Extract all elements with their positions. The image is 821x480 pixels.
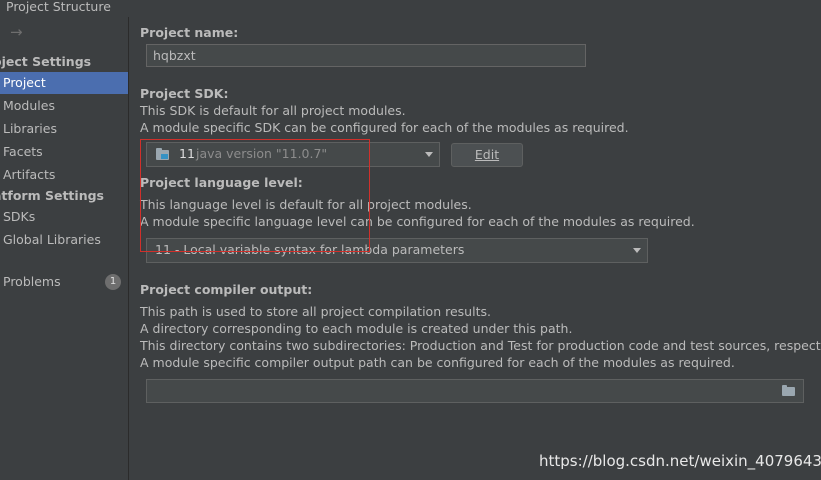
- sdk-version: 11: [179, 146, 195, 161]
- sidebar-item-label: SDKs: [3, 209, 36, 224]
- language-level-value: 11 - Local variable syntax for lambda pa…: [155, 242, 465, 257]
- sidebar-item-libraries[interactable]: Libraries: [0, 118, 128, 140]
- sidebar-item-project[interactable]: Project: [0, 72, 128, 94]
- sidebar-item-label: Libraries: [3, 121, 57, 136]
- sidebar-item-label: Global Libraries: [3, 232, 101, 247]
- sidebar-item-label: Facets: [3, 144, 43, 159]
- sidebar-item-facets[interactable]: Facets: [0, 141, 128, 163]
- sidebar-item-label: Modules: [3, 98, 55, 113]
- compiler-output-path-input[interactable]: [146, 379, 804, 403]
- sdk-version-detail: java version "11.0.7": [196, 146, 328, 161]
- project-sdk-label: Project SDK:: [140, 86, 229, 101]
- sidebar-item-sdks[interactable]: SDKs: [0, 206, 128, 228]
- project-settings-header: oject Settings: [0, 54, 92, 69]
- sidebar-item-global-libraries[interactable]: Global Libraries: [0, 229, 128, 251]
- language-level-desc-2: A module specific language level can be …: [140, 214, 695, 229]
- sidebar-item-modules[interactable]: Modules: [0, 95, 128, 117]
- compiler-output-desc-1: This path is used to store all project c…: [140, 304, 491, 319]
- sdk-folder-icon: [156, 148, 169, 160]
- project-sdk-desc-1: This SDK is default for all project modu…: [140, 103, 406, 118]
- chevron-down-icon: [425, 152, 433, 157]
- watermark-text: https://blog.csdn.net/weixin_40796433: [539, 452, 821, 470]
- sidebar-item-problems[interactable]: Problems 1: [0, 271, 128, 293]
- project-name-label: Project name:: [140, 25, 239, 40]
- platform-settings-header: atform Settings: [0, 188, 104, 203]
- compiler-output-desc-4: A module specific compiler output path c…: [140, 355, 735, 370]
- sidebar-item-label: Artifacts: [3, 167, 56, 182]
- window-title: Project Structure: [0, 0, 821, 17]
- language-level-label: Project language level:: [140, 175, 303, 190]
- project-sdk-dropdown[interactable]: 11 java version "11.0.7": [146, 142, 440, 167]
- sidebar: → oject Settings Project Modules Librari…: [0, 17, 129, 480]
- project-name-input[interactable]: [146, 44, 586, 67]
- folder-browse-icon[interactable]: [782, 385, 795, 396]
- compiler-output-desc-2: A directory corresponding to each module…: [140, 321, 573, 336]
- problems-count-badge: 1: [105, 274, 121, 290]
- edit-sdk-button-label: Edit: [474, 147, 500, 162]
- compiler-output-label: Project compiler output:: [140, 282, 313, 297]
- sidebar-item-label: Problems: [3, 274, 61, 289]
- chevron-down-icon: [633, 248, 641, 253]
- main-panel: Project name: Project SDK: This SDK is d…: [129, 17, 821, 480]
- language-level-dropdown[interactable]: 11 - Local variable syntax for lambda pa…: [146, 238, 648, 263]
- language-level-desc-1: This language level is default for all p…: [140, 197, 472, 212]
- project-sdk-desc-2: A module specific SDK can be configured …: [140, 120, 629, 135]
- sidebar-item-label: Project: [3, 75, 46, 90]
- edit-sdk-button[interactable]: Edit: [451, 143, 523, 167]
- sidebar-item-artifacts[interactable]: Artifacts: [0, 164, 128, 186]
- compiler-output-desc-3: This directory contains two subdirectori…: [140, 338, 821, 353]
- arrow-right-icon[interactable]: →: [10, 23, 23, 41]
